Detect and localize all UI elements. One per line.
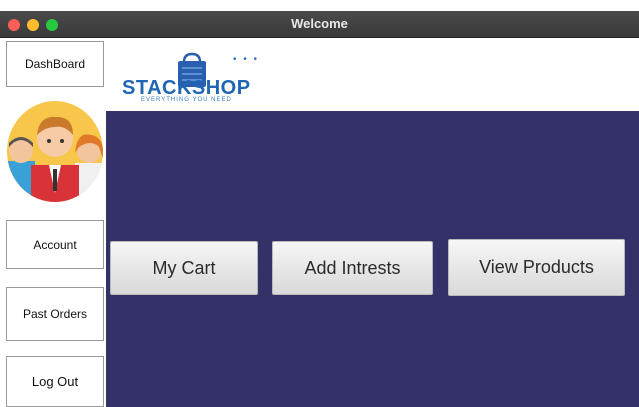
- past-orders-button[interactable]: Past Orders: [6, 287, 104, 341]
- window-title: Welcome: [291, 16, 348, 31]
- dashboard-button[interactable]: DashBoard: [6, 41, 104, 87]
- add-interests-button[interactable]: Add Intrests: [272, 241, 433, 295]
- header: • • • STACKSHOP EVERYTHING YOU NEED: [106, 38, 639, 111]
- user-avatar: [7, 101, 103, 202]
- logo-dots: • • •: [233, 54, 260, 65]
- avatar-group-icon: [7, 116, 103, 202]
- logo-tagline: EVERYTHING YOU NEED: [141, 97, 232, 103]
- main-panel: My Cart Add Intrests View Products: [106, 111, 639, 407]
- window-titlebar: Welcome: [0, 11, 639, 38]
- account-button[interactable]: Account: [6, 220, 104, 269]
- log-out-button[interactable]: Log Out: [6, 356, 104, 407]
- sidebar: DashBoard Account Past Orders Log Out: [0, 38, 106, 407]
- view-products-button[interactable]: View Products: [448, 239, 625, 296]
- my-cart-button[interactable]: My Cart: [110, 241, 258, 295]
